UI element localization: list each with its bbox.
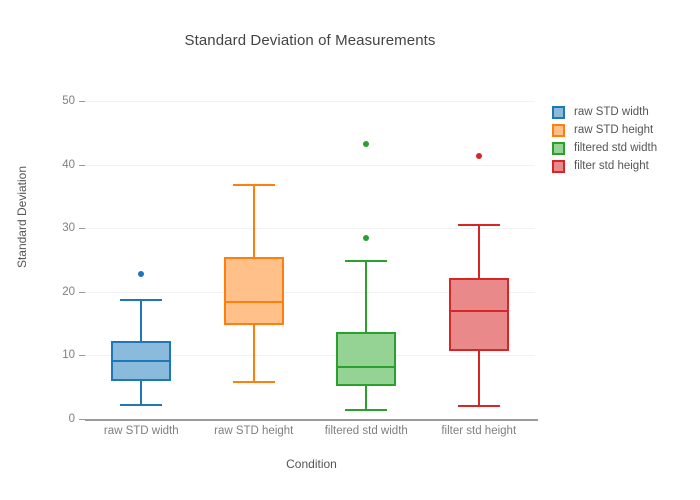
legend-item-4[interactable]: filter std height xyxy=(552,157,692,175)
lower-whisker xyxy=(477,350,480,405)
x-axis-title: Condition xyxy=(286,457,337,471)
y-axis-tick-mark xyxy=(79,228,85,230)
y-axis-tick-label: 10 xyxy=(62,349,75,362)
legend-item-2[interactable]: raw STD height xyxy=(552,121,692,139)
legend-item-1[interactable]: raw STD width xyxy=(552,103,692,121)
legend-label: raw STD width xyxy=(574,106,649,118)
x-axis-tick-label: raw STD height xyxy=(214,425,294,437)
legend-label: filtered std width xyxy=(574,142,658,154)
upper-whisker-cap xyxy=(120,298,163,301)
boxplot-figure: Standard Deviation of Measurements 0 10 20… xyxy=(0,0,700,500)
legend-swatch-icon xyxy=(552,141,565,155)
x-axis-line xyxy=(85,419,538,421)
upper-whisker-cap xyxy=(232,184,275,187)
lower-whisker xyxy=(252,324,255,381)
lower-whisker xyxy=(365,385,368,410)
upper-whisker xyxy=(365,260,368,332)
upper-whisker xyxy=(477,224,480,278)
lower-whisker-cap xyxy=(457,405,500,407)
box-iqr[interactable] xyxy=(448,277,509,351)
legend-swatch-icon xyxy=(552,105,565,119)
median-line xyxy=(336,365,397,368)
box-iqr[interactable] xyxy=(223,257,284,325)
chart-title: Standard Deviation of Measurements xyxy=(184,32,436,49)
lower-whisker-cap xyxy=(120,403,163,406)
x-axis-tick-label: raw STD width xyxy=(103,425,179,437)
legend-swatch-icon xyxy=(552,123,565,137)
y-axis-tick-mark xyxy=(79,291,85,293)
lower-whisker-cap xyxy=(345,409,388,412)
y-axis-tick-mark xyxy=(79,355,85,357)
lower-whisker xyxy=(140,380,143,404)
y-axis-tick-mark xyxy=(79,101,85,102)
legend-item-3[interactable]: filtered std width xyxy=(552,139,692,157)
y-axis-tick-labels: 0 10 20 30 40 50 xyxy=(30,0,75,500)
x-axis-tick-label: filtered std width xyxy=(324,425,408,437)
x-axis-tick-label: filter std height xyxy=(441,425,517,437)
y-axis-tick-label: 30 xyxy=(62,222,75,235)
median-line xyxy=(448,309,509,312)
y-axis-tick-label: 40 xyxy=(62,158,75,171)
upper-whisker-cap xyxy=(457,224,500,227)
median-line xyxy=(111,360,172,363)
median-line xyxy=(223,300,284,303)
legend-swatch-icon xyxy=(552,159,565,173)
y-axis-tick-label: 0 xyxy=(68,413,75,425)
box-iqr[interactable] xyxy=(336,331,397,386)
legend-label: filter std height xyxy=(574,160,649,172)
y-axis-tick-mark xyxy=(79,164,85,166)
upper-whisker xyxy=(252,184,255,258)
y-axis-tick-label: 50 xyxy=(62,95,75,107)
outlier-point[interactable] xyxy=(363,140,370,147)
upper-whisker xyxy=(140,298,143,341)
legend-label: raw STD height xyxy=(574,124,654,136)
y-axis-tick-label: 20 xyxy=(62,285,75,298)
lower-whisker-cap xyxy=(232,380,275,383)
y-axis-title: Standard Deviation xyxy=(15,165,29,269)
upper-whisker-cap xyxy=(345,260,388,262)
y-axis-tick-mark xyxy=(79,419,85,420)
legend: raw STD width raw STD height filtered std … xyxy=(552,103,692,175)
